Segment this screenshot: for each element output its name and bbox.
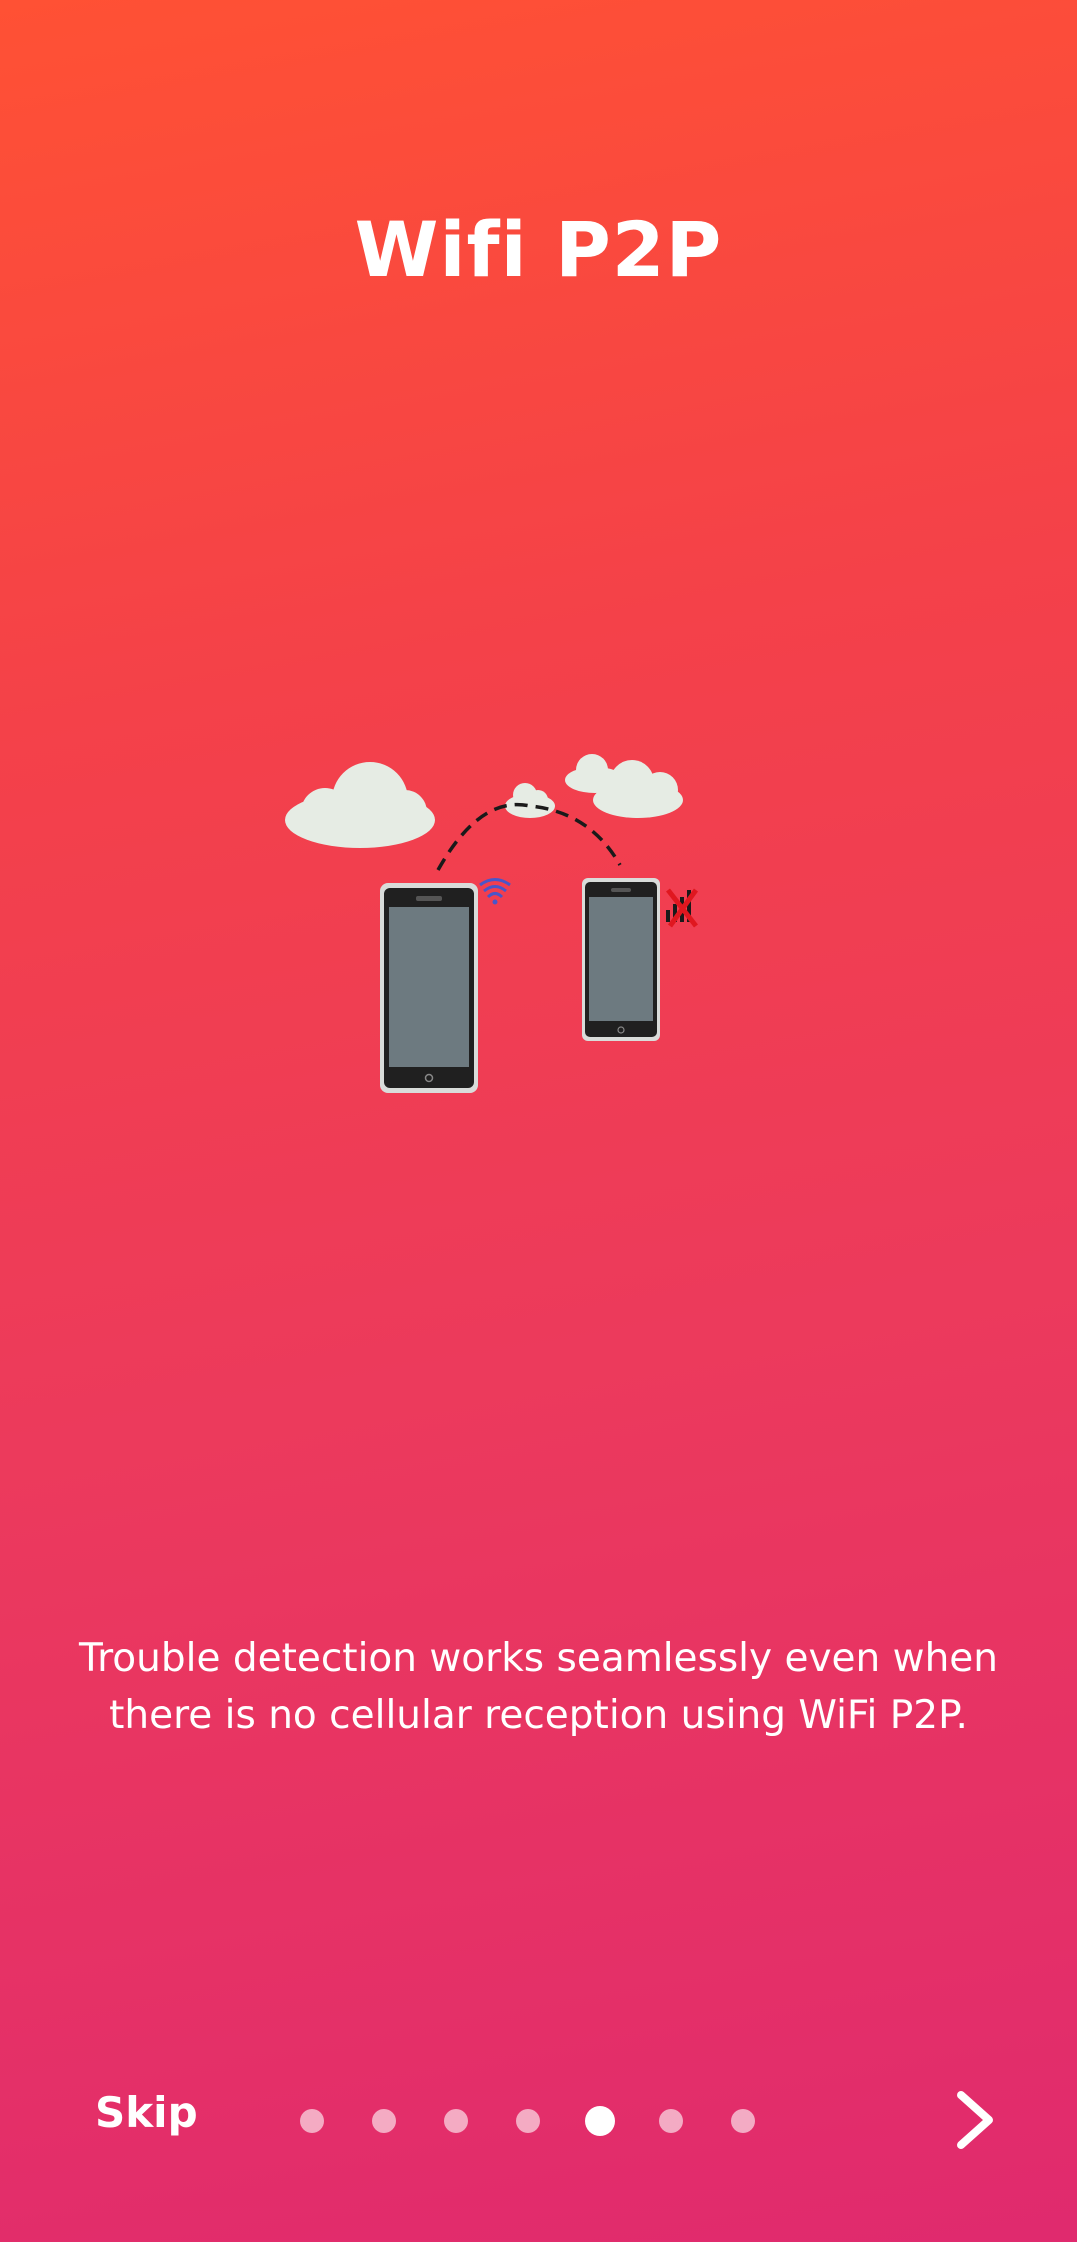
skip-button[interactable]: Skip <box>95 2088 198 2137</box>
page-dot <box>300 2109 324 2133</box>
page-dot <box>516 2109 540 2133</box>
phone-icon <box>582 878 660 1041</box>
page-dot <box>372 2109 396 2133</box>
onboarding-navigation: Skip <box>0 2080 1077 2230</box>
cloud-icon <box>285 762 435 848</box>
phone-icon <box>380 883 478 1093</box>
no-signal-icon <box>666 888 699 928</box>
chevron-right-icon <box>957 2091 993 2149</box>
page-dot-active <box>585 2106 615 2136</box>
wifi-p2p-illustration <box>280 740 740 1100</box>
cloud-icon <box>505 783 555 818</box>
onboarding-description: Trouble detection works seamlessly even … <box>79 1636 998 1738</box>
cloud-icon <box>565 754 683 818</box>
page-title: Wifi P2P <box>354 205 723 294</box>
page-dot <box>659 2109 683 2133</box>
page-indicator <box>300 2106 803 2136</box>
page-dot <box>444 2109 468 2133</box>
page-dot <box>731 2109 755 2133</box>
wifi-icon <box>479 878 511 905</box>
next-button[interactable] <box>945 2085 1005 2155</box>
